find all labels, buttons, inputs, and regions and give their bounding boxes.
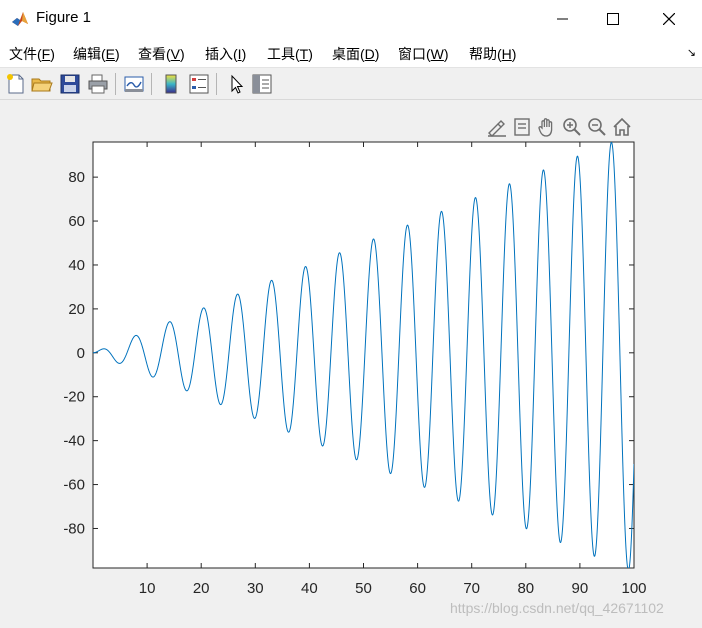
y-tick-label: 80 — [68, 169, 85, 186]
x-tick-label: 20 — [193, 580, 210, 597]
watermark-text: https://blog.csdn.net/qq_42671102 — [450, 600, 664, 616]
y-tick-label: -60 — [63, 477, 85, 494]
x-tick-label: 40 — [301, 580, 318, 597]
y-tick-label: 40 — [68, 257, 85, 274]
y-tick-label: 20 — [68, 301, 85, 318]
x-tick-label: 70 — [463, 580, 480, 597]
y-tick-label: -20 — [63, 389, 85, 406]
x-tick-label: 10 — [139, 580, 156, 597]
y-tick-label: 60 — [68, 213, 85, 230]
x-tick-label: 80 — [517, 580, 534, 597]
x-tick-label: 60 — [409, 580, 426, 597]
x-tick-label: 30 — [247, 580, 264, 597]
x-tick-label: 90 — [572, 580, 589, 597]
y-tick-label: -80 — [63, 520, 85, 537]
x-tick-label: 100 — [621, 580, 646, 597]
x-tick-label: 50 — [355, 580, 372, 597]
axes-box — [92, 141, 635, 569]
plot-axes[interactable]: 10 20 30 40 50 60 70 80 90 100 80 60 40 20 0 -20 -40 -60 -… — [0, 0, 702, 628]
y-tick-label: -40 — [63, 433, 85, 450]
y-tick-label: 0 — [77, 345, 85, 362]
